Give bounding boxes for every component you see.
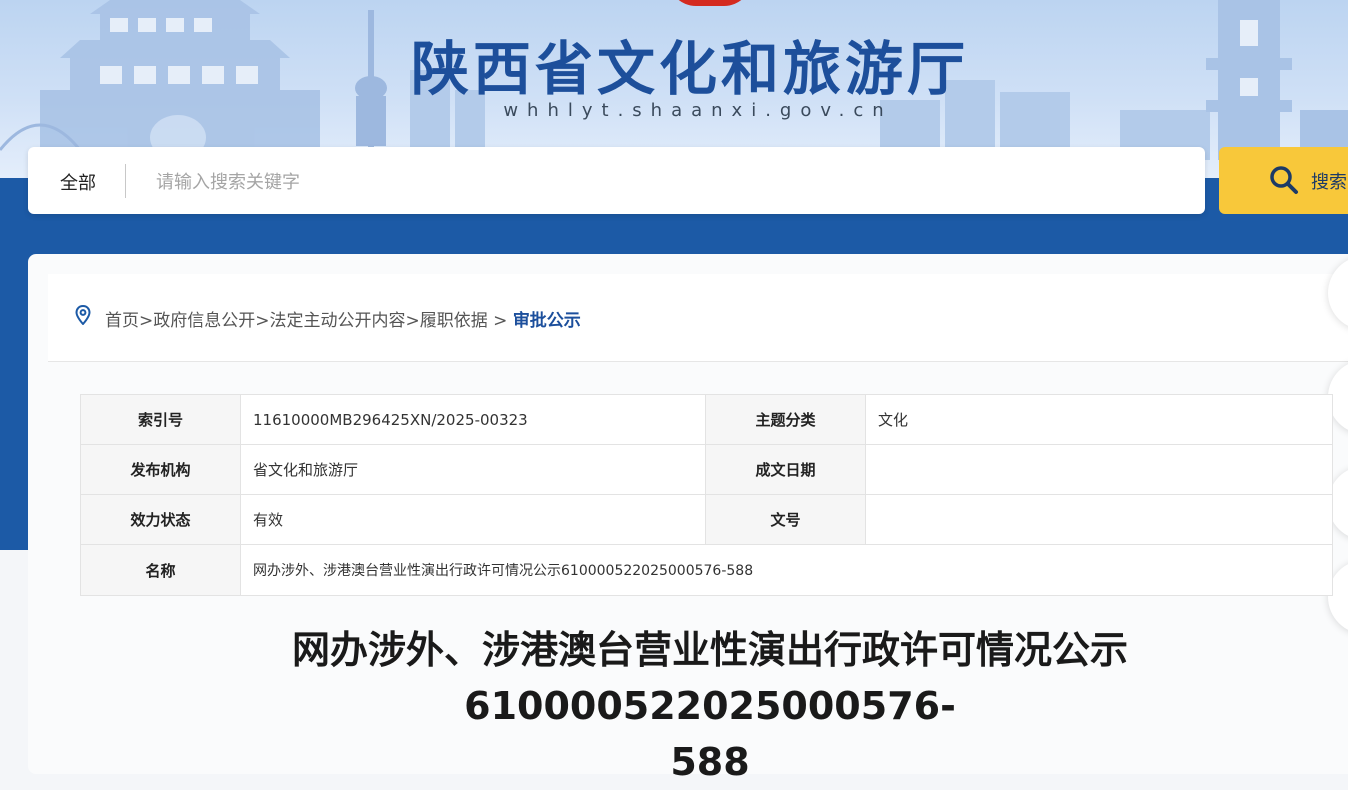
topic-label: 主题分类 [705, 394, 866, 445]
site-domain: whhlyt.shaanxi.gov.cn [503, 100, 893, 121]
document-meta-table: 索引号 11610000MB296425XN/2025-00323 主题分类 文… [80, 394, 1333, 596]
date-value [865, 444, 1333, 495]
topic-value: 文化 [865, 394, 1333, 445]
location-pin-icon [75, 305, 91, 325]
breadcrumb-separator: > [139, 311, 154, 331]
breadcrumb-statutory-content[interactable]: 法定主动公开内容 [270, 311, 406, 331]
document-title-line1: 网办涉外、涉港澳台营业性演出行政许可情况公示610000522025000576… [291, 628, 1128, 728]
date-label: 成文日期 [705, 444, 866, 495]
breadcrumb-home[interactable]: 首页 [105, 311, 139, 331]
search-scope-selector[interactable]: 全部 [60, 169, 96, 195]
table-row: 发布机构 省文化和旅游厅 成文日期 [80, 444, 1333, 495]
breadcrumb-current[interactable]: 审批公示 [513, 311, 581, 331]
document-title: 网办涉外、涉港澳台营业性演出行政许可情况公示610000522025000576… [60, 622, 1348, 790]
breadcrumb: 首页>政府信息公开>法定主动公开内容>履职依据 > 审批公示 [48, 274, 1348, 362]
breadcrumb-trail: 首页>政府信息公开>法定主动公开内容>履职依据 > 审批公示 [105, 306, 581, 331]
status-label: 效力状态 [80, 494, 241, 545]
scope-divider [125, 164, 126, 198]
breadcrumb-gov-info[interactable]: 政府信息公开 [153, 311, 255, 331]
site-title: 陕西省文化和旅游厅 [410, 35, 969, 103]
publisher-label: 发布机构 [80, 444, 241, 495]
breadcrumb-duty-basis[interactable]: 履职依据 [420, 311, 488, 331]
search-input[interactable] [154, 163, 1178, 201]
breadcrumb-separator: > [493, 311, 508, 331]
table-row: 名称 网办涉外、涉港澳台营业性演出行政许可情况公示610000522025000… [80, 544, 1333, 596]
search-button-label: 搜索 [1311, 172, 1347, 193]
table-row: 索引号 11610000MB296425XN/2025-00323 主题分类 文… [80, 394, 1333, 445]
name-value: 网办涉外、涉港澳台营业性演出行政许可情况公示610000522025000576… [240, 544, 1333, 596]
docno-value [865, 494, 1333, 545]
search-button[interactable]: 搜索 [1219, 147, 1348, 214]
document-title-line2: 588 [670, 740, 750, 784]
index-no-label: 索引号 [80, 394, 241, 445]
search-icon [1270, 166, 1298, 194]
table-row: 效力状态 有效 文号 [80, 494, 1333, 545]
breadcrumb-separator: > [255, 311, 270, 331]
name-label: 名称 [80, 544, 241, 596]
docno-label: 文号 [705, 494, 866, 545]
status-value: 有效 [240, 494, 706, 545]
breadcrumb-separator: > [405, 311, 420, 331]
search-bar: 全部 [28, 147, 1205, 214]
publisher-value: 省文化和旅游厅 [240, 444, 706, 495]
index-no-value: 11610000MB296425XN/2025-00323 [240, 394, 706, 445]
